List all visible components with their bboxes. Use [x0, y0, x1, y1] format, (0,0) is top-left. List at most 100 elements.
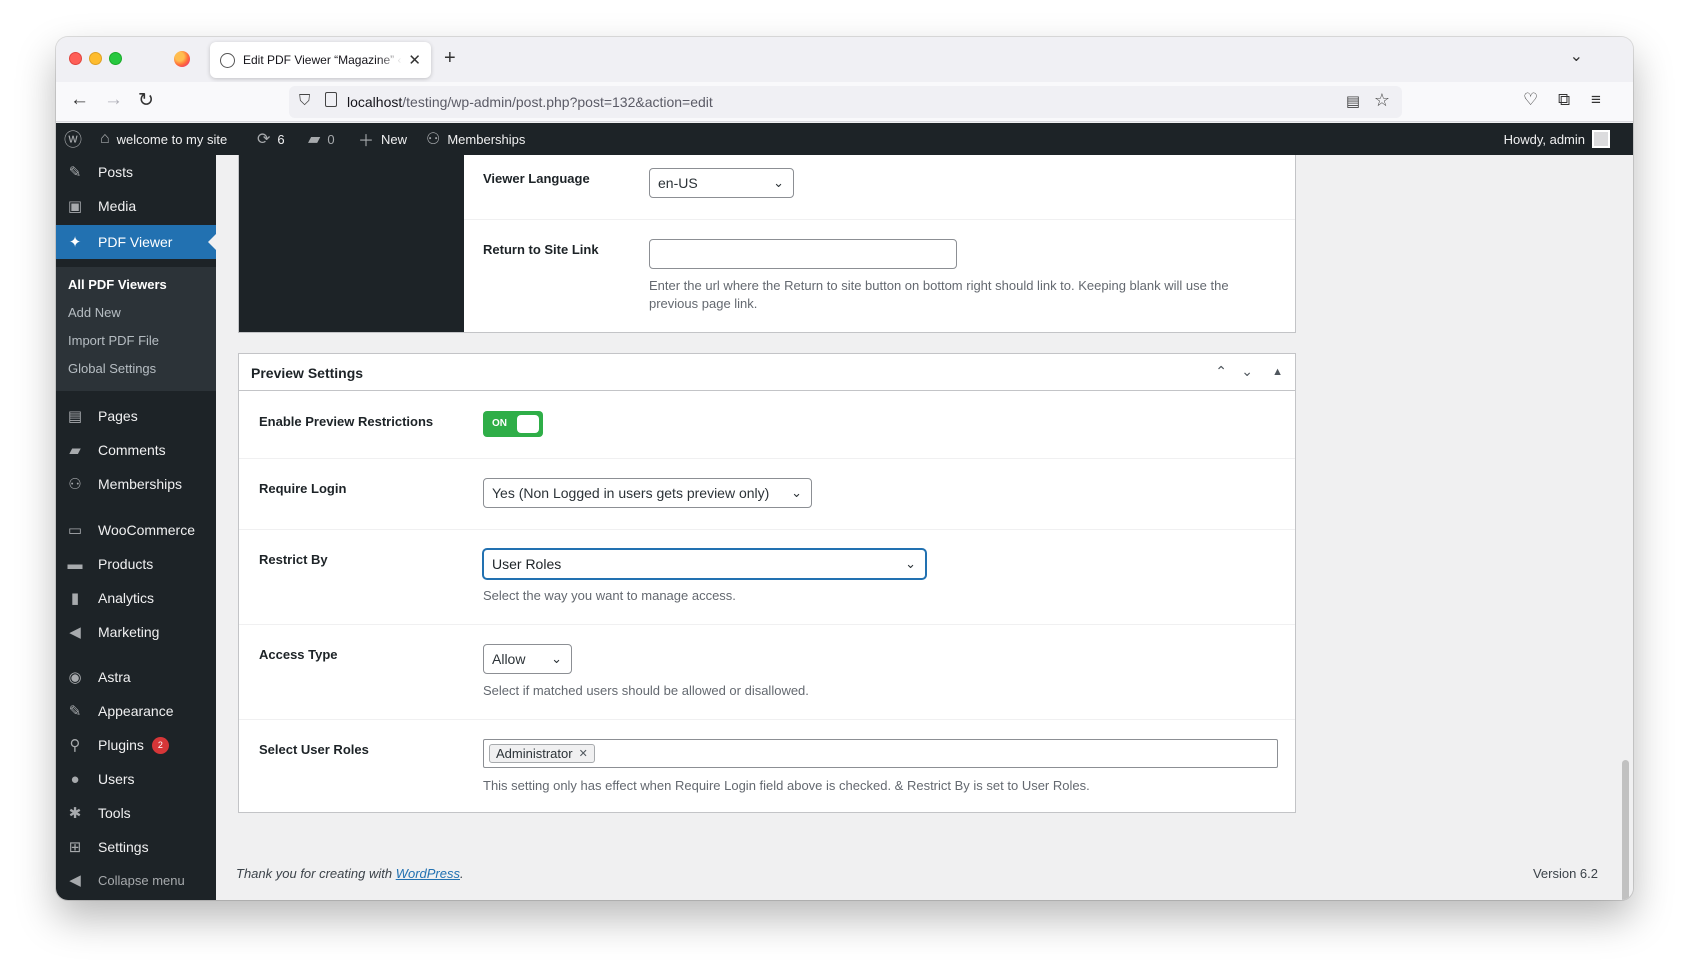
browser-tab-active[interactable]: Edit PDF Viewer “Magazine” ‹ welcome to … [210, 42, 431, 78]
sidebar-item-settings[interactable]: ⊞ Settings [56, 830, 216, 864]
pdf-viewer-icon: ✦ [68, 234, 82, 251]
sidebar-item-media[interactable]: ▣ Media [56, 189, 216, 223]
sidebar-item-tools[interactable]: ✱ Tools [56, 796, 216, 830]
reader-view-icon[interactable]: ▤ [1346, 92, 1360, 110]
sidebar-item-analytics[interactable]: ▮ Analytics [56, 581, 216, 615]
reload-icon[interactable]: ↻ [138, 89, 154, 112]
wordpress-logo-icon[interactable]: ⓦ [64, 123, 89, 155]
sidebar-item-label: PDF Viewer [98, 234, 173, 250]
avatar [1592, 130, 1610, 148]
tools-icon: ✱ [68, 805, 82, 822]
footer-thanks-suffix: . [460, 866, 464, 881]
sidebar-item-comments[interactable]: ▰ Comments [56, 433, 216, 467]
site-name-link[interactable]: ⌂ welcome to my site [100, 123, 227, 155]
memberships-link[interactable]: ⚇ Memberships [426, 123, 525, 155]
sidebar-item-label: Marketing [98, 624, 160, 640]
move-up-chevron-icon[interactable]: ⌃ [1215, 363, 1227, 380]
sidebar-item-label: Appearance [98, 703, 174, 719]
viewer-settings-box: Viewer Language en-US ⌄ Return to Site L… [238, 155, 1296, 333]
menu-hamburger-icon[interactable]: ≡ [1591, 90, 1601, 110]
sidebar-item-pages[interactable]: ▤ Pages [56, 399, 216, 433]
remove-tag-icon[interactable]: ✕ [579, 747, 588, 760]
forward-arrow-icon[interactable]: → [104, 89, 123, 111]
pocket-icon[interactable]: ♡ [1523, 90, 1538, 110]
maximize-window-button[interactable] [109, 52, 122, 65]
viewer-language-label: Viewer Language [483, 171, 590, 186]
viewer-language-select[interactable]: en-US ⌄ [649, 168, 794, 198]
sidebar-item-label: WooCommerce [98, 522, 195, 538]
row-divider [239, 719, 1295, 720]
row-divider [239, 529, 1295, 530]
comments-icon: ▰ [69, 442, 81, 459]
new-content-link[interactable]: ＋ New [358, 123, 407, 155]
settings-icon: ⊞ [68, 839, 82, 856]
sidebar-item-posts[interactable]: ✎ Posts [56, 155, 216, 189]
sidebar-item-label: Users [98, 771, 135, 787]
submenu-global-settings[interactable]: Global Settings [68, 361, 156, 376]
plugins-icon: ⚲ [69, 737, 81, 754]
user-roles-label: Select User Roles [259, 742, 369, 757]
new-tab-button[interactable]: + [444, 47, 456, 70]
tracking-shield-icon[interactable]: ⛉ [299, 92, 310, 109]
submenu-import-pdf-file[interactable]: Import PDF File [68, 333, 159, 348]
updates-icon: ⟳ [257, 131, 271, 148]
marketing-icon: ◀ [69, 624, 81, 641]
row-divider [239, 624, 1295, 625]
sidebar-item-users[interactable]: ● Users [56, 762, 216, 796]
browser-window: Edit PDF Viewer “Magazine” ‹ welcome to … [56, 37, 1633, 900]
page-scrollbar[interactable] [1622, 760, 1629, 900]
toggle-knob [517, 415, 539, 433]
access-type-value: Allow [492, 651, 526, 667]
wordpress-link[interactable]: WordPress [396, 866, 460, 881]
new-label: New [381, 131, 408, 147]
woocommerce-icon: ▭ [67, 522, 83, 539]
list-tabs-chevron-icon[interactable]: ⌄ [1570, 46, 1583, 66]
toggle-panel-triangle-icon[interactable]: ▲ [1272, 366, 1283, 378]
submenu-all-pdf-viewers[interactable]: All PDF Viewers [68, 277, 167, 292]
viewer-language-value: en-US [658, 175, 698, 191]
extensions-icon[interactable]: ⧉ [1558, 90, 1570, 110]
close-tab-icon[interactable]: ✕ [408, 51, 421, 69]
sidebar-item-marketing[interactable]: ◀ Marketing [56, 615, 216, 649]
users-icon: ● [70, 770, 80, 788]
sidebar-item-products[interactable]: ▬ Products [56, 547, 216, 581]
astra-icon: ◉ [68, 669, 82, 686]
sidebar-item-pdf-viewer[interactable]: ✦ PDF Viewer [56, 225, 216, 259]
sidebar-item-label: Astra [98, 669, 131, 685]
my-account-link[interactable]: Howdy, admin [1504, 123, 1610, 155]
url-text[interactable]: localhost/testing/wp-admin/post.php?post… [347, 94, 713, 110]
close-window-button[interactable] [69, 52, 82, 65]
url-bar[interactable]: ⛉ localhost/testing/wp-admin/post.php?po… [289, 86, 1402, 118]
submenu-add-new[interactable]: Add New [68, 305, 121, 320]
restrict-by-select[interactable]: User Roles ⌄ [483, 549, 926, 579]
require-login-select[interactable]: Yes (Non Logged in users gets preview on… [483, 478, 812, 508]
sidebar-item-woocommerce[interactable]: ▭ WooCommerce [56, 513, 216, 547]
howdy-label: Howdy, admin [1503, 131, 1585, 147]
sidebar-item-astra[interactable]: ◉ Astra [56, 660, 216, 694]
restrict-by-value: User Roles [492, 556, 562, 572]
move-down-chevron-icon[interactable]: ⌄ [1241, 363, 1253, 380]
page-info-icon[interactable] [325, 92, 337, 107]
sidebar-item-label: Memberships [98, 476, 183, 492]
access-type-select[interactable]: Allow ⌄ [483, 644, 572, 674]
sidebar-item-plugins[interactable]: ⚲ Plugins 2 [56, 728, 216, 762]
memberships-label: Memberships [447, 131, 526, 147]
memberships-icon: ⚇ [68, 476, 82, 493]
return-link-input[interactable] [649, 239, 957, 269]
sidebar-item-appearance[interactable]: ✎ Appearance [56, 694, 216, 728]
collapse-menu-button[interactable]: ◀ Collapse menu [56, 863, 216, 897]
bookmark-star-icon[interactable]: ☆ [1374, 90, 1390, 111]
memberships-icon: ⚇ [426, 131, 441, 148]
user-role-tag[interactable]: Administrator ✕ [489, 744, 595, 763]
back-arrow-icon[interactable]: ← [70, 89, 89, 111]
minimize-window-button[interactable] [89, 52, 102, 65]
user-roles-multiselect[interactable]: Administrator ✕ [483, 739, 1278, 768]
comments-count: 0 [327, 131, 335, 147]
user-roles-description: This setting only has effect when Requir… [483, 778, 1090, 793]
sidebar-item-memberships[interactable]: ⚇ Memberships [56, 467, 216, 501]
enable-preview-toggle[interactable]: ON [483, 411, 543, 437]
comments-link[interactable]: ▰ 0 [308, 123, 335, 155]
collapse-arrow-icon: ◀ [69, 872, 81, 889]
analytics-icon: ▮ [70, 590, 80, 607]
updates-link[interactable]: ⟳ 6 [257, 123, 285, 155]
